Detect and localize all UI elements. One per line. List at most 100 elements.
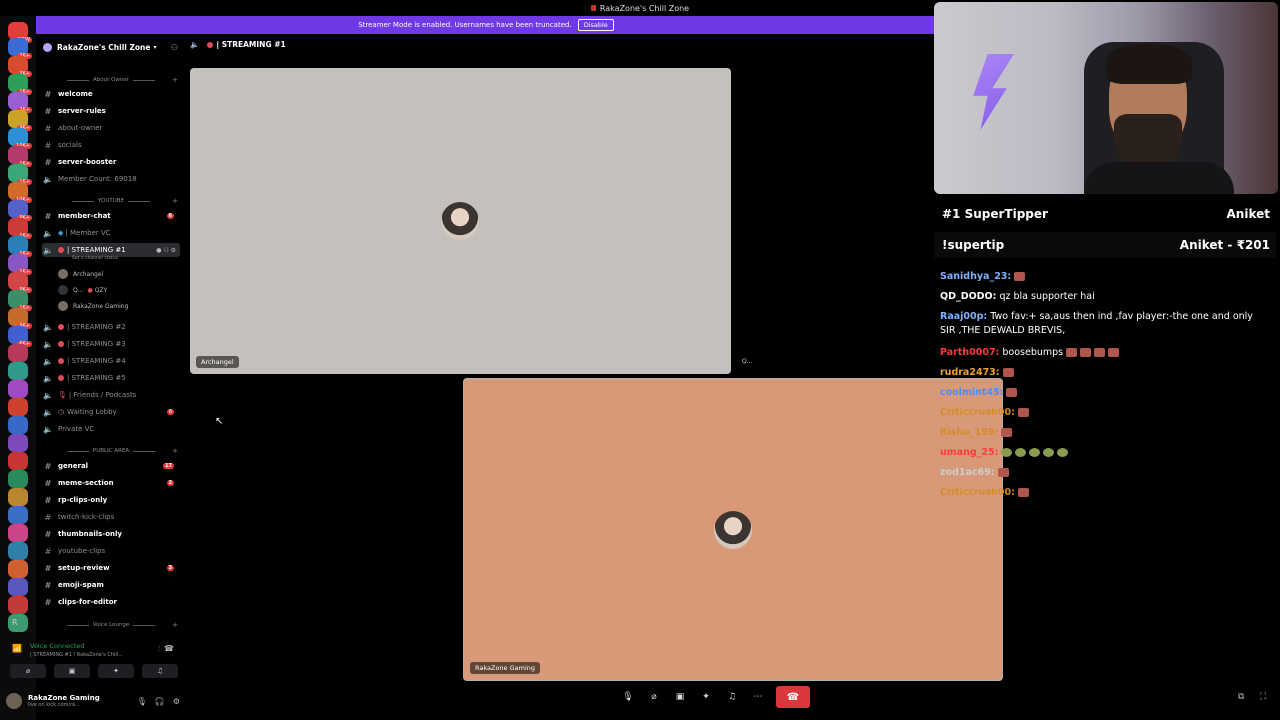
video-tile-archangel[interactable]: Archangel <box>190 68 731 374</box>
server-icon[interactable] <box>8 434 28 452</box>
voice-channel-streaming-4[interactable]: 🔈 | STREAMING #4 <box>42 354 180 368</box>
category-public-area[interactable]: PUBLIC AREA + <box>42 446 180 456</box>
activities-button[interactable]: ✦ <box>98 664 134 678</box>
server-icon[interactable] <box>8 452 28 470</box>
channel-member-chat[interactable]: # member-chat 6 <box>42 209 180 223</box>
server-icon[interactable] <box>8 614 28 632</box>
avatar[interactable] <box>6 693 22 709</box>
voice-channel-private-vc[interactable]: 🔈 Private VC <box>42 422 180 436</box>
channel-settings-icon[interactable]: ● ⚇ ⚙ <box>156 247 176 254</box>
channel-welcome[interactable]: # welcome <box>42 87 180 101</box>
noise-suppression-icon[interactable]: ⫶ <box>158 644 160 654</box>
voice-channel-streaming-2[interactable]: 🔈 | STREAMING #2 <box>42 320 180 334</box>
server-icon[interactable]: 1K+ <box>8 74 32 95</box>
server-icon[interactable] <box>8 380 28 398</box>
server-icon[interactable] <box>8 542 28 560</box>
channel-general[interactable]: # general 17 <box>42 459 180 473</box>
voice-user[interactable]: Archangel <box>58 268 178 280</box>
channel-status[interactable]: Set a channel status <box>72 256 118 261</box>
voice-channel-friends-podcasts[interactable]: 🔈 🎙 | Friends / Podcasts <box>42 388 180 402</box>
server-icon[interactable]: 9K+ <box>8 200 32 221</box>
channel-thumbnails-only[interactable]: # thumbnails-only <box>42 527 180 541</box>
server-icon[interactable]: 1K+ <box>8 218 32 239</box>
rail-letter[interactable]: R <box>12 618 18 627</box>
server-icon[interactable]: 1K+ <box>8 146 32 167</box>
channel-emoji-spam[interactable]: # emoji-spam <box>42 578 180 592</box>
channel-socials[interactable]: # socials <box>42 138 180 152</box>
server-icon[interactable]: 1K+ <box>8 254 32 275</box>
channel-rp-clips-only[interactable]: # rp-clips-only <box>42 493 180 507</box>
server-icon[interactable]: 10K+ <box>8 182 32 203</box>
server-icon[interactable] <box>8 524 28 542</box>
server-icon[interactable]: 2K+ <box>8 38 32 59</box>
disconnect-icon[interactable]: ☎ <box>164 644 174 653</box>
voice-user[interactable]: RakaZone Gaming <box>58 300 178 312</box>
channel-meme-section[interactable]: # meme-section 2 <box>42 476 180 490</box>
voice-channel-waiting-lobby[interactable]: 🔈 ◷ Waiting Lobby 6 <box>42 405 180 419</box>
server-icon[interactable]: 9K+ <box>8 272 32 293</box>
soundboard-button[interactable]: ♫ <box>724 689 740 705</box>
channel-youtube-clips[interactable]: # youtube-clips <box>42 544 180 558</box>
video-tile-rakazone-gaming[interactable]: RakaZone Gaming <box>463 378 1003 681</box>
mic-toggle-button[interactable]: 🎙 <box>620 689 636 705</box>
server-icon[interactable]: 1K+ <box>8 164 32 185</box>
category-voice-lounge[interactable]: Voice Lounge + <box>42 620 180 630</box>
server-icon[interactable]: 9K+ <box>8 110 32 131</box>
channel-twitch-kick-clips[interactable]: # twitch-kick-clips <box>42 510 180 524</box>
channel-setup-review[interactable]: # setup-review 3 <box>42 561 180 575</box>
voice-channel-path[interactable]: | STREAMING #1 / RakaZone's Chill... <box>30 652 123 658</box>
gear-icon[interactable]: ⚙ <box>173 697 180 706</box>
hash-icon: # <box>44 478 52 488</box>
headphones-icon[interactable]: 🎧 <box>155 697 165 706</box>
disable-streamer-mode-button[interactable]: Disable <box>577 19 614 31</box>
voice-channel-streaming-3[interactable]: 🔈 | STREAMING #3 <box>42 337 180 351</box>
server-icon[interactable]: 6K+ <box>8 326 32 347</box>
activities-button[interactable]: ✦ <box>698 689 714 705</box>
server-icon[interactable] <box>8 416 28 434</box>
more-icon[interactable]: ⋯ <box>750 689 766 705</box>
chat-username: Parth0007: <box>940 347 1000 358</box>
channel-server-booster[interactable]: # server-booster <box>42 155 180 169</box>
server-icon[interactable] <box>8 506 28 524</box>
server-icon[interactable] <box>8 362 28 380</box>
hash-icon: # <box>44 495 52 505</box>
server-icon[interactable]: 9K+ <box>8 308 32 329</box>
channel-server-rules[interactable]: # server-rules <box>42 104 180 118</box>
server-icon[interactable] <box>8 596 28 614</box>
screen-share-button[interactable]: ▣ <box>672 689 688 705</box>
server-icon[interactable]: 1K+ <box>8 236 32 257</box>
server-icon[interactable] <box>8 578 28 596</box>
voice-channel-streaming-1[interactable]: 🔈 | STREAMING #1 ● ⚇ ⚙ <box>42 243 180 257</box>
server-icon[interactable]: 10K+ <box>8 128 32 149</box>
mic-icon[interactable]: 🎙 <box>137 697 147 706</box>
fullscreen-icon[interactable]: ⛶ <box>1260 692 1266 702</box>
disconnect-button[interactable]: ☎ <box>776 686 810 708</box>
server-icon[interactable]: 3K+ <box>8 56 32 77</box>
channel-clips-for-editor[interactable]: # clips-for-editor <box>42 595 180 609</box>
popout-icon[interactable]: ⧉ <box>1238 692 1244 702</box>
voice-user[interactable]: Q... ● QZY <box>58 284 178 296</box>
server-icon[interactable]: 1K+ <box>8 290 32 311</box>
add-member-icon[interactable]: ⚇ <box>171 43 178 52</box>
server-icon[interactable] <box>8 398 28 416</box>
voice-channel-member-vc[interactable]: 🔈 ◆ | Member VC <box>42 226 180 240</box>
server-icon[interactable] <box>8 560 28 578</box>
voice-status[interactable]: Voice Connected <box>30 642 84 650</box>
camera-off-button[interactable]: ⌀ <box>10 664 46 678</box>
category-about-owner[interactable]: About Owner + <box>42 75 180 85</box>
channel-about-owner[interactable]: # about-owner <box>42 121 180 135</box>
server-icon[interactable] <box>8 344 28 362</box>
server-icon[interactable]: 2K+ <box>8 92 32 113</box>
server-name: RakaZone's Chill Zone <box>57 42 151 52</box>
server-icon[interactable] <box>8 488 28 506</box>
category-youtube[interactable]: YOUTUBE + <box>42 196 180 206</box>
server-icon[interactable] <box>8 470 28 488</box>
hash-icon: # <box>44 89 52 99</box>
voice-channel-streaming-5[interactable]: 🔈 | STREAMING #5 <box>42 371 180 385</box>
side-tile-label[interactable]: Q... <box>742 358 752 365</box>
server-header[interactable]: RakaZone's Chill Zone ▾ ⚇ <box>36 38 184 56</box>
screen-share-button[interactable]: ▣ <box>54 664 90 678</box>
channel-member-count[interactable]: 🔈 Member Count: 69018 <box>42 172 180 186</box>
camera-toggle-button[interactable]: ⌀ <box>646 689 662 705</box>
soundboard-button[interactable]: ♫ <box>142 664 178 678</box>
